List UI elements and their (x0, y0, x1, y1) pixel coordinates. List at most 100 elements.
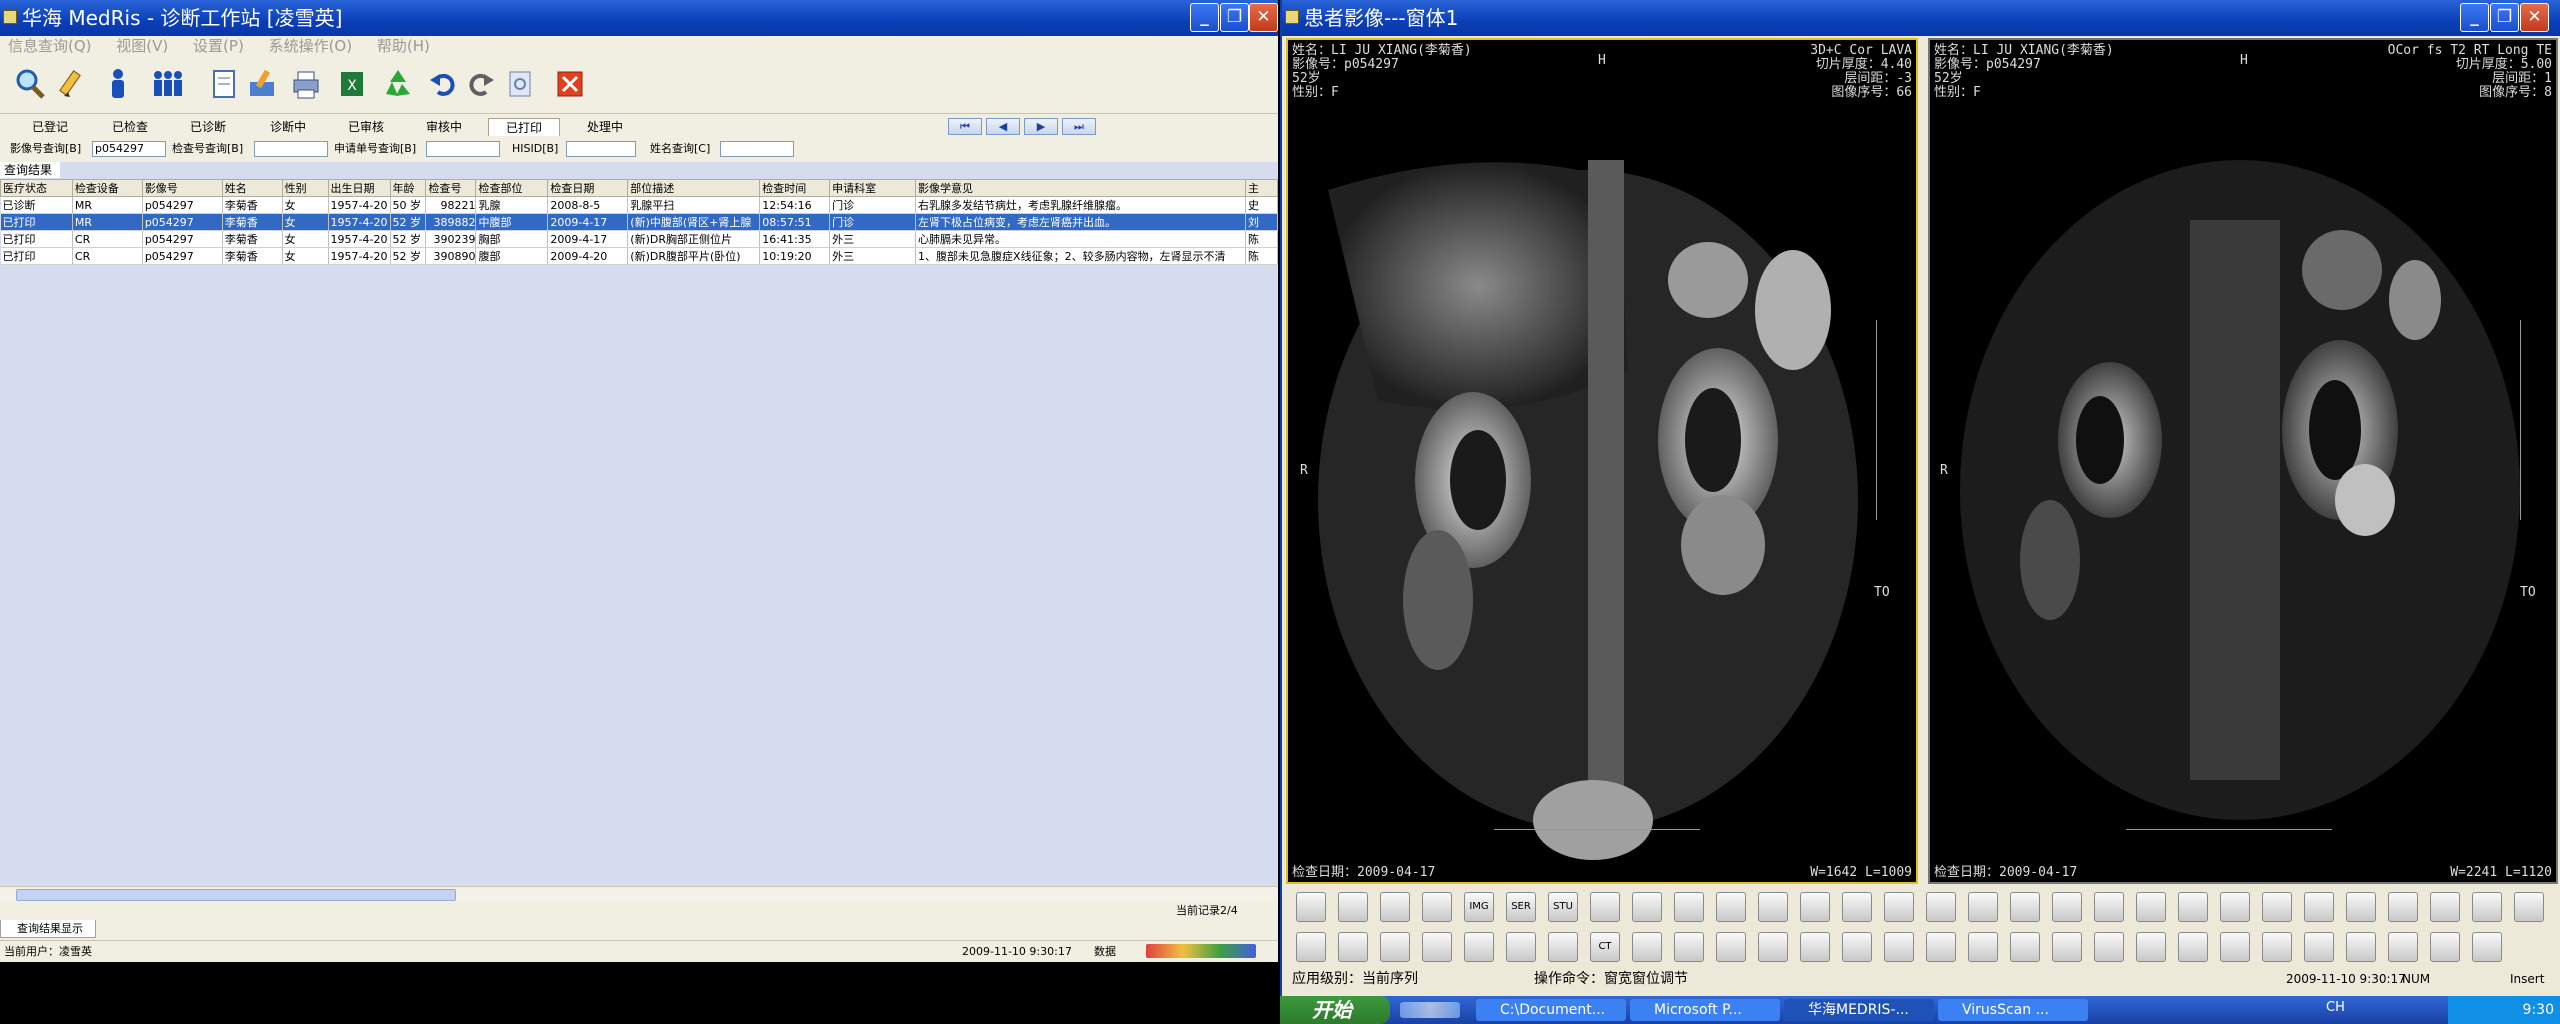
viewer-maximize-button[interactable]: ❐ (2490, 3, 2519, 32)
scrollbar-thumb[interactable] (16, 889, 456, 901)
first-record-button[interactable]: ⏮ (948, 118, 982, 135)
viewer-tool-icon[interactable] (1800, 892, 1830, 922)
viewer-tool-icon[interactable] (2430, 892, 2460, 922)
viewer-tool-icon[interactable] (1338, 932, 1368, 962)
tab-examined[interactable]: 已检查 (98, 118, 162, 136)
table-row[interactable]: 已诊断 MR p054297 李菊香女 1957-4-20 50 岁 98221 乳腺 2008… (0, 196, 1278, 214)
task-medris[interactable]: 华海MEDRIS-... (1784, 999, 1934, 1021)
tool-ct-button[interactable]: CT (1590, 932, 1620, 962)
viewer-tool-icon[interactable] (2220, 932, 2250, 962)
viewer-tool-icon[interactable] (1758, 932, 1788, 962)
menu-help[interactable]: 帮助(H) (377, 37, 430, 55)
viewer-tool-icon[interactable] (2472, 932, 2502, 962)
viewer-tool-icon[interactable] (2220, 892, 2250, 922)
viewer-tool-icon[interactable] (1926, 932, 1956, 962)
viewer-tool-icon[interactable] (1506, 932, 1536, 962)
viewer-tool-icon[interactable] (1842, 932, 1872, 962)
undo-icon[interactable] (426, 66, 462, 102)
menu-settings[interactable]: 设置(P) (193, 37, 244, 55)
viewer-tool-icon[interactable] (1926, 892, 1956, 922)
menu-system[interactable]: 系统操作(O) (269, 37, 353, 55)
col-birthdate[interactable]: 出生日期 (327, 179, 391, 197)
col-modality[interactable]: 检查设备 (71, 179, 143, 197)
exit-icon[interactable] (552, 66, 588, 102)
viewer-tool-icon[interactable] (2304, 892, 2334, 922)
col-image-no[interactable]: 影像号 (141, 179, 223, 197)
viewer-tool-icon[interactable] (1716, 932, 1746, 962)
name-input[interactable] (720, 141, 794, 157)
tab-reviewing[interactable]: 审核中 (412, 118, 476, 136)
close-button[interactable]: ✕ (1249, 3, 1278, 32)
tab-registered[interactable]: 已登记 (20, 118, 80, 136)
col-exam-no[interactable]: 检查号 (425, 179, 477, 197)
attachment-icon[interactable] (502, 66, 538, 102)
viewer-tool-icon[interactable] (2052, 932, 2082, 962)
clock[interactable]: 9:30 (2523, 1002, 2554, 1018)
tab-reviewed[interactable]: 已审核 (334, 118, 398, 136)
tab-diagnosed[interactable]: 已诊断 (176, 118, 240, 136)
viewer-tool-icon[interactable] (1632, 932, 1662, 962)
viewer-tool-icon[interactable] (1884, 892, 1914, 922)
viewer-tool-icon[interactable] (1758, 892, 1788, 922)
viewer-tool-icon[interactable] (1716, 892, 1746, 922)
task-explorer[interactable]: C:\Document... (1476, 999, 1626, 1021)
tool-ser-button[interactable]: SER (1506, 892, 1536, 922)
viewer-tool-icon[interactable] (1968, 892, 1998, 922)
image-no-input[interactable]: p054297 (92, 141, 166, 157)
col-part-desc[interactable]: 部位描述 (627, 179, 761, 197)
viewer-close-button[interactable]: ✕ (2520, 3, 2549, 32)
viewer-tool-icon[interactable] (1674, 892, 1704, 922)
viewer-tool-icon[interactable] (1338, 892, 1368, 922)
table-row[interactable]: 已打印 MR p054297 李菊香女 1957-4-20 52 岁 389882 中腹部 20… (0, 213, 1278, 231)
col-status[interactable]: 医疗状态 (0, 179, 73, 197)
viewer-tool-icon[interactable] (1884, 932, 1914, 962)
worklist-titlebar[interactable]: 华海 MedRis - 诊断工作站 [凌雪英] _ ❐ ✕ (0, 0, 1278, 36)
viewer-tool-icon[interactable] (2388, 892, 2418, 922)
viewer-minimize-button[interactable]: _ (2460, 3, 2489, 32)
viewer-tool-icon[interactable] (1632, 892, 1662, 922)
viewer-tool-icon[interactable] (1296, 932, 1326, 962)
viewer-tool-icon[interactable] (1800, 932, 1830, 962)
viewer-tool-icon[interactable] (1674, 932, 1704, 962)
viewer-tool-icon[interactable] (2514, 892, 2544, 922)
viewer-tool-icon[interactable] (1548, 932, 1578, 962)
col-body-part[interactable]: 检查部位 (475, 179, 549, 197)
col-sex[interactable]: 性别 (281, 179, 329, 197)
viewer-tool-icon[interactable] (2010, 892, 2040, 922)
maximize-button[interactable]: ❐ (1220, 3, 1249, 32)
exam-no-input[interactable] (254, 141, 328, 157)
col-doctor[interactable]: 主 (1244, 179, 1278, 197)
col-exam-date[interactable]: 检查日期 (547, 179, 629, 197)
viewer-tool-icon[interactable] (1422, 932, 1452, 962)
viewport-2[interactable]: 姓名：LI JU XIANG(李菊香) 影像号：p054297 52岁 性别：F OC… (1928, 38, 2558, 884)
viewer-tool-icon[interactable] (1464, 932, 1494, 962)
menu-query[interactable]: 信息查询(Q) (8, 37, 92, 55)
viewer-tool-icon[interactable] (1380, 892, 1410, 922)
quick-launch-icons[interactable] (1400, 1002, 1460, 1018)
viewer-tool-icon[interactable] (1380, 932, 1410, 962)
menu-view[interactable]: 视图(V) (116, 37, 168, 55)
viewer-tool-icon[interactable] (2262, 892, 2292, 922)
viewer-tool-icon[interactable] (1590, 892, 1620, 922)
minimize-button[interactable]: _ (1190, 3, 1219, 32)
bottom-tab-results[interactable]: 查询结果显示 (0, 920, 96, 938)
viewer-tool-icon[interactable] (2472, 892, 2502, 922)
col-exam-time[interactable]: 检查时间 (759, 179, 831, 197)
col-department[interactable]: 申请科室 (829, 179, 917, 197)
redo-icon[interactable] (462, 66, 498, 102)
tool-img-button[interactable]: IMG (1464, 892, 1494, 922)
request-no-input[interactable] (426, 141, 500, 157)
next-record-button[interactable]: ▶ (1024, 118, 1058, 135)
viewer-tool-icon[interactable] (2052, 892, 2082, 922)
viewer-tool-icon[interactable] (1422, 892, 1452, 922)
viewer-tool-icon[interactable] (2346, 892, 2376, 922)
task-virusscan[interactable]: VirusScan ... (1938, 999, 2088, 1021)
viewer-tool-icon[interactable] (2136, 892, 2166, 922)
viewer-tool-icon[interactable] (2178, 932, 2208, 962)
edit-pen-icon[interactable] (58, 66, 94, 102)
col-name[interactable]: 姓名 (221, 179, 283, 197)
excel-export-icon[interactable]: X (334, 66, 370, 102)
search-icon[interactable] (12, 66, 48, 102)
hisid-input[interactable] (566, 141, 636, 157)
viewer-tool-icon[interactable] (2430, 932, 2460, 962)
